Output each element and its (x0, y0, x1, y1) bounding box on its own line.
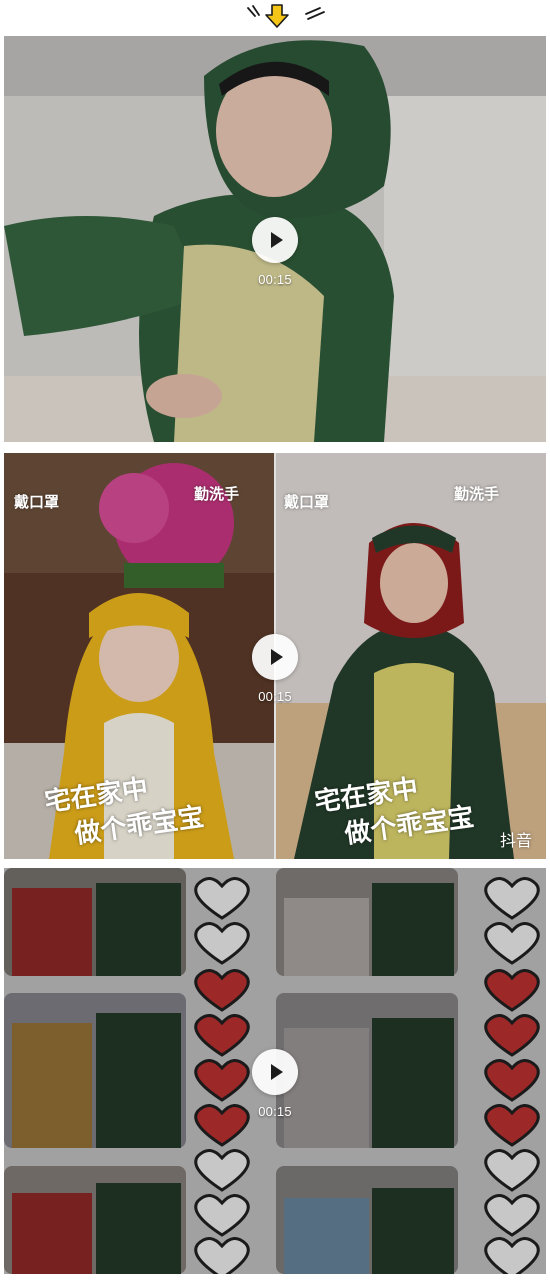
play-button[interactable] (252, 1049, 298, 1095)
play-icon (271, 232, 283, 248)
video-duration: 00:15 (258, 689, 292, 704)
tag-wash-hands-left: 勤洗手 (194, 485, 240, 503)
play-button[interactable] (252, 634, 298, 680)
video-player-1[interactable]: 00:15 (4, 36, 546, 442)
tag-wash-hands-right: 勤洗手 (454, 485, 500, 503)
down-arrow-icon (247, 4, 325, 28)
video-duration: 00:15 (258, 272, 292, 287)
video-player-2[interactable]: 戴口罩 勤洗手 戴口罩 勤洗手 宅在家中 做个乖宝宝 宅在家中 做个乖宝宝 抖音… (4, 453, 546, 859)
video-duration: 00:15 (258, 1104, 292, 1119)
video-player-3[interactable]: 00:15 (4, 868, 546, 1274)
tag-wear-mask-left: 戴口罩 (14, 493, 60, 511)
play-icon (271, 1064, 283, 1080)
tag-wear-mask-right: 戴口罩 (284, 493, 330, 511)
douyin-watermark: 抖音 (499, 831, 532, 850)
play-icon (271, 649, 283, 665)
play-button[interactable] (252, 217, 298, 263)
section-divider-arrow (0, 0, 550, 34)
